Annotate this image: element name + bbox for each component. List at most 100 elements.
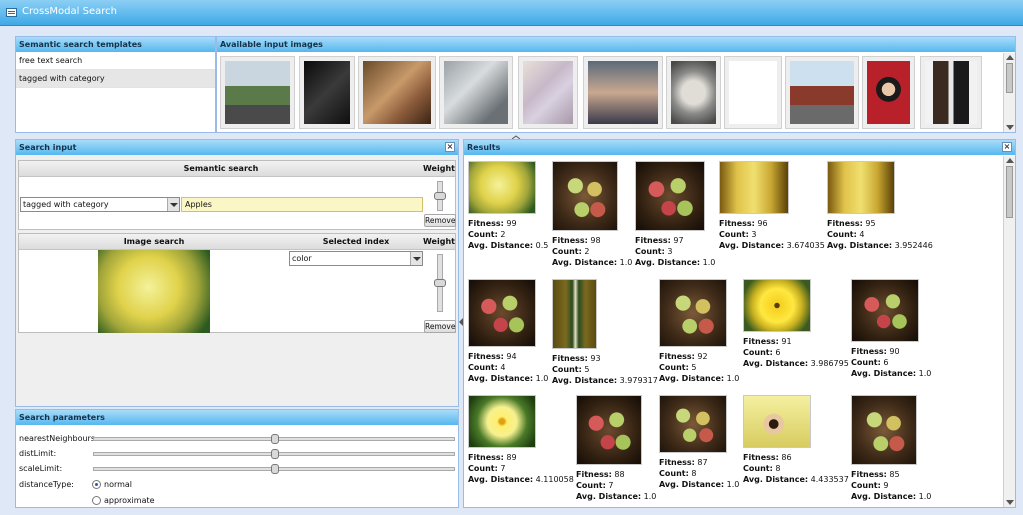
chevron-down-icon[interactable] xyxy=(410,252,422,265)
result-image[interactable] xyxy=(743,279,811,332)
result-image[interactable] xyxy=(552,279,597,349)
image-remove-button[interactable]: Remove xyxy=(424,320,456,333)
thumbnail-image xyxy=(304,61,350,124)
result-dist: Avg. Distance: 3.979317 xyxy=(552,376,658,385)
radio-approximate[interactable] xyxy=(92,496,101,505)
input-image-thumbnail[interactable] xyxy=(724,56,782,129)
splitter-handle-icon[interactable] xyxy=(509,133,523,140)
input-image-thumbnail[interactable] xyxy=(666,56,721,129)
result-image[interactable] xyxy=(851,279,919,342)
result-item[interactable]: Fitness: 90 Count: 6 Avg. Distance: 1.0 xyxy=(851,279,961,378)
result-fitness: Fitness: 89 xyxy=(468,453,517,462)
result-fitness: Fitness: 90 xyxy=(851,347,900,356)
param-slider[interactable] xyxy=(93,464,455,474)
thumbnail-image xyxy=(867,61,910,124)
result-fitness: Fitness: 94 xyxy=(468,352,517,361)
result-image[interactable] xyxy=(851,395,917,465)
result-image[interactable] xyxy=(659,279,727,347)
thumbnail-image xyxy=(790,61,854,124)
result-image[interactable] xyxy=(576,395,642,465)
results-scrollbar[interactable] xyxy=(1003,156,1015,507)
result-image[interactable] xyxy=(743,395,811,448)
result-image[interactable] xyxy=(659,395,727,453)
thumbnail-image xyxy=(523,61,573,124)
thumbnail-image xyxy=(444,61,508,124)
result-meta: Fitness: 89 Count: 7 Avg. Distance: 4.1100… xyxy=(468,452,574,485)
result-dist: Avg. Distance: 1.0 xyxy=(635,258,716,267)
result-count: Count: 7 xyxy=(468,464,506,473)
result-count: Count: 2 xyxy=(468,230,506,239)
available-images-panel: Available input images xyxy=(216,36,1016,133)
result-dist: Avg. Distance: 4.433537 xyxy=(743,475,849,484)
close-icon[interactable]: × xyxy=(445,142,455,152)
result-count: Count: 9 xyxy=(851,481,889,490)
semantic-weight-slider[interactable] xyxy=(434,181,446,211)
param-label: nearestNeighbours: xyxy=(19,434,98,443)
result-item[interactable]: Fitness: 91 Count: 6 Avg. Distance: 3.9867… xyxy=(743,279,853,368)
semantic-remove-button[interactable]: Remove xyxy=(424,214,456,227)
weight-slider-knob[interactable] xyxy=(434,279,446,287)
param-slider[interactable] xyxy=(93,449,455,459)
result-image[interactable] xyxy=(719,161,789,214)
scroll-up-icon[interactable] xyxy=(1006,55,1014,60)
result-dist: Avg. Distance: 3.674035 xyxy=(719,241,825,250)
result-dist: Avg. Distance: 1.0 xyxy=(851,369,932,378)
input-image-thumbnail[interactable] xyxy=(785,56,859,129)
result-image[interactable] xyxy=(827,161,895,214)
input-image-thumbnail[interactable] xyxy=(583,56,663,129)
available-images-header: Available input images xyxy=(217,37,1015,52)
result-image[interactable] xyxy=(468,279,536,347)
index-select[interactable]: color xyxy=(289,251,423,266)
input-image-thumbnail[interactable] xyxy=(439,56,513,129)
result-meta: Fitness: 90 Count: 6 Avg. Distance: 1.0 xyxy=(851,346,931,379)
result-item[interactable]: Fitness: 95 Count: 4 Avg. Distance: 3.9524… xyxy=(827,161,937,250)
scroll-down-icon[interactable] xyxy=(1006,500,1014,505)
result-image[interactable] xyxy=(468,161,536,214)
templates-panel: Semantic search templates free text sear… xyxy=(15,36,216,133)
result-meta: Fitness: 88 Count: 7 Avg. Distance: 1.0 xyxy=(576,469,656,502)
result-count: Count: 8 xyxy=(743,464,781,473)
thumbnail-image xyxy=(225,61,290,124)
scroll-thumb[interactable] xyxy=(1006,63,1013,93)
param-slider-knob[interactable] xyxy=(271,449,279,459)
category-select[interactable]: tagged with category xyxy=(20,197,180,212)
template-item[interactable]: free text search xyxy=(16,52,215,70)
radio-normal[interactable] xyxy=(92,480,101,489)
results-header: Results × xyxy=(464,140,1015,155)
input-image-thumbnail[interactable] xyxy=(518,56,578,129)
result-item[interactable]: Fitness: 85 Count: 9 Avg. Distance: 1.0 xyxy=(851,395,961,501)
weight-slider-knob[interactable] xyxy=(434,192,446,200)
semantic-weight-label: Weight xyxy=(423,161,455,177)
result-image[interactable] xyxy=(635,161,705,231)
close-icon[interactable]: × xyxy=(1002,142,1012,152)
result-image[interactable] xyxy=(468,395,536,448)
available-images-scrollbar[interactable] xyxy=(1003,53,1015,132)
result-item[interactable]: Fitness: 96 Count: 3 Avg. Distance: 3.6740… xyxy=(719,161,829,250)
result-item[interactable]: Fitness: 86 Count: 8 Avg. Distance: 4.4335… xyxy=(743,395,853,484)
result-image[interactable] xyxy=(552,161,618,231)
result-fitness: Fitness: 86 xyxy=(743,453,792,462)
input-image-thumbnail[interactable] xyxy=(862,56,915,129)
query-image xyxy=(98,250,210,333)
template-item[interactable]: tagged with category xyxy=(16,70,215,88)
input-image-thumbnail[interactable] xyxy=(220,56,295,129)
input-image-thumbnail[interactable] xyxy=(299,56,355,129)
scroll-down-icon[interactable] xyxy=(1006,125,1014,130)
result-item[interactable]: Fitness: 89 Count: 7 Avg. Distance: 4.1100… xyxy=(468,395,578,484)
result-meta: Fitness: 93 Count: 5 Avg. Distance: 3.9793… xyxy=(552,353,658,386)
result-dist: Avg. Distance: 4.110058 xyxy=(468,475,574,484)
result-meta: Fitness: 92 Count: 5 Avg. Distance: 1.0 xyxy=(659,351,739,384)
semantic-text-input[interactable]: Apples xyxy=(181,197,423,212)
chevron-down-icon[interactable] xyxy=(167,198,179,211)
result-item[interactable]: Fitness: 93 Count: 5 Avg. Distance: 3.9793… xyxy=(552,279,662,385)
result-meta: Fitness: 97 Count: 3 Avg. Distance: 1.0 xyxy=(635,235,715,268)
input-image-thumbnail[interactable] xyxy=(358,56,436,129)
result-count: Count: 5 xyxy=(659,363,697,372)
param-slider[interactable] xyxy=(93,434,455,444)
param-slider-knob[interactable] xyxy=(271,464,279,474)
scroll-thumb[interactable] xyxy=(1006,166,1013,218)
input-image-thumbnail[interactable] xyxy=(920,56,982,129)
image-weight-slider[interactable] xyxy=(434,254,446,312)
scroll-up-icon[interactable] xyxy=(1006,158,1014,163)
param-slider-knob[interactable] xyxy=(271,434,279,444)
